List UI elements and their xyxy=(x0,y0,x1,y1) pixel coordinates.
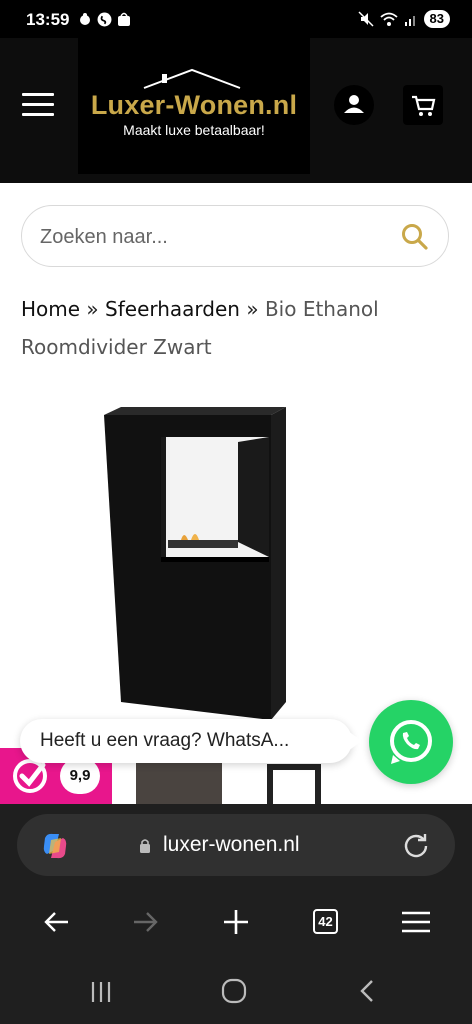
whatsapp-prompt-text: Heeft u een vraag? WhatsA... xyxy=(40,730,290,751)
copilot-icon[interactable] xyxy=(39,830,71,862)
whatsapp-icon xyxy=(390,720,432,764)
status-time: 13:59 xyxy=(26,10,70,29)
lock-icon xyxy=(140,839,150,853)
mute-icon xyxy=(358,11,374,27)
address-bar[interactable]: luxer-wonen.nl xyxy=(17,814,455,876)
forward-arrow-icon[interactable] xyxy=(128,904,164,940)
wifi-icon xyxy=(379,12,398,26)
reload-icon[interactable] xyxy=(402,831,430,859)
recent-apps-icon[interactable] xyxy=(88,979,114,1005)
site-header: Luxer-Wonen.nl Maakt luxe betaalbaar! xyxy=(0,38,472,183)
product-image[interactable] xyxy=(96,402,296,722)
logo-tagline: Maakt luxe betaalbaar! xyxy=(123,122,265,138)
breadcrumb: Home » Sfeerhaarden » Bio Ethanol Roomdi… xyxy=(21,290,451,366)
thumbnail-image[interactable] xyxy=(267,760,321,804)
signal-icon xyxy=(404,16,415,26)
rating-score: 9,9 xyxy=(60,758,100,794)
search-icon[interactable] xyxy=(400,222,430,252)
thumbnail-image[interactable] xyxy=(136,760,222,804)
search-box xyxy=(21,205,449,267)
home-icon[interactable] xyxy=(221,978,247,1004)
status-bar: 13:59 83 xyxy=(0,0,472,38)
new-tab-icon[interactable] xyxy=(218,904,254,940)
breadcrumb-sfeerhaarden[interactable]: Sfeerhaarden xyxy=(105,297,240,321)
breadcrumb-separator: » xyxy=(86,297,99,321)
tab-count-button[interactable]: 42 xyxy=(313,909,338,934)
menu-icon[interactable] xyxy=(22,93,54,117)
system-navigation-bar xyxy=(0,974,472,1014)
back-arrow-icon[interactable] xyxy=(38,904,74,940)
browser-nav-row: 42 xyxy=(0,904,472,940)
cart-icon xyxy=(412,95,436,116)
shazam-icon xyxy=(97,12,112,27)
url-text: luxer-wonen.nl xyxy=(163,833,300,856)
logo-name: Luxer-Wonen.nl xyxy=(90,90,298,120)
notification-app-icon xyxy=(80,13,90,25)
system-status-icons: 83 xyxy=(358,10,450,28)
roof-icon xyxy=(143,68,241,89)
battery-level: 83 xyxy=(423,10,450,28)
browser-toolbar: luxer-wonen.nl 42 xyxy=(0,804,472,1024)
whatsapp-prompt[interactable]: Heeft u een vraag? WhatsA... xyxy=(20,719,362,763)
back-nav-icon[interactable] xyxy=(355,978,379,1004)
shopping-bag-icon xyxy=(118,12,130,26)
breadcrumb-separator: » xyxy=(246,297,259,321)
account-button[interactable] xyxy=(334,85,374,125)
menu-icon[interactable] xyxy=(398,904,434,940)
site-logo[interactable]: Luxer-Wonen.nl Maakt luxe betaalbaar! xyxy=(78,38,310,174)
user-icon xyxy=(344,95,364,113)
whatsapp-button[interactable] xyxy=(369,700,453,784)
notification-icons xyxy=(78,12,131,27)
breadcrumb-home[interactable]: Home xyxy=(21,297,80,321)
bubble-tail xyxy=(348,731,362,751)
cart-button[interactable] xyxy=(403,85,443,125)
search-input[interactable] xyxy=(40,222,400,252)
